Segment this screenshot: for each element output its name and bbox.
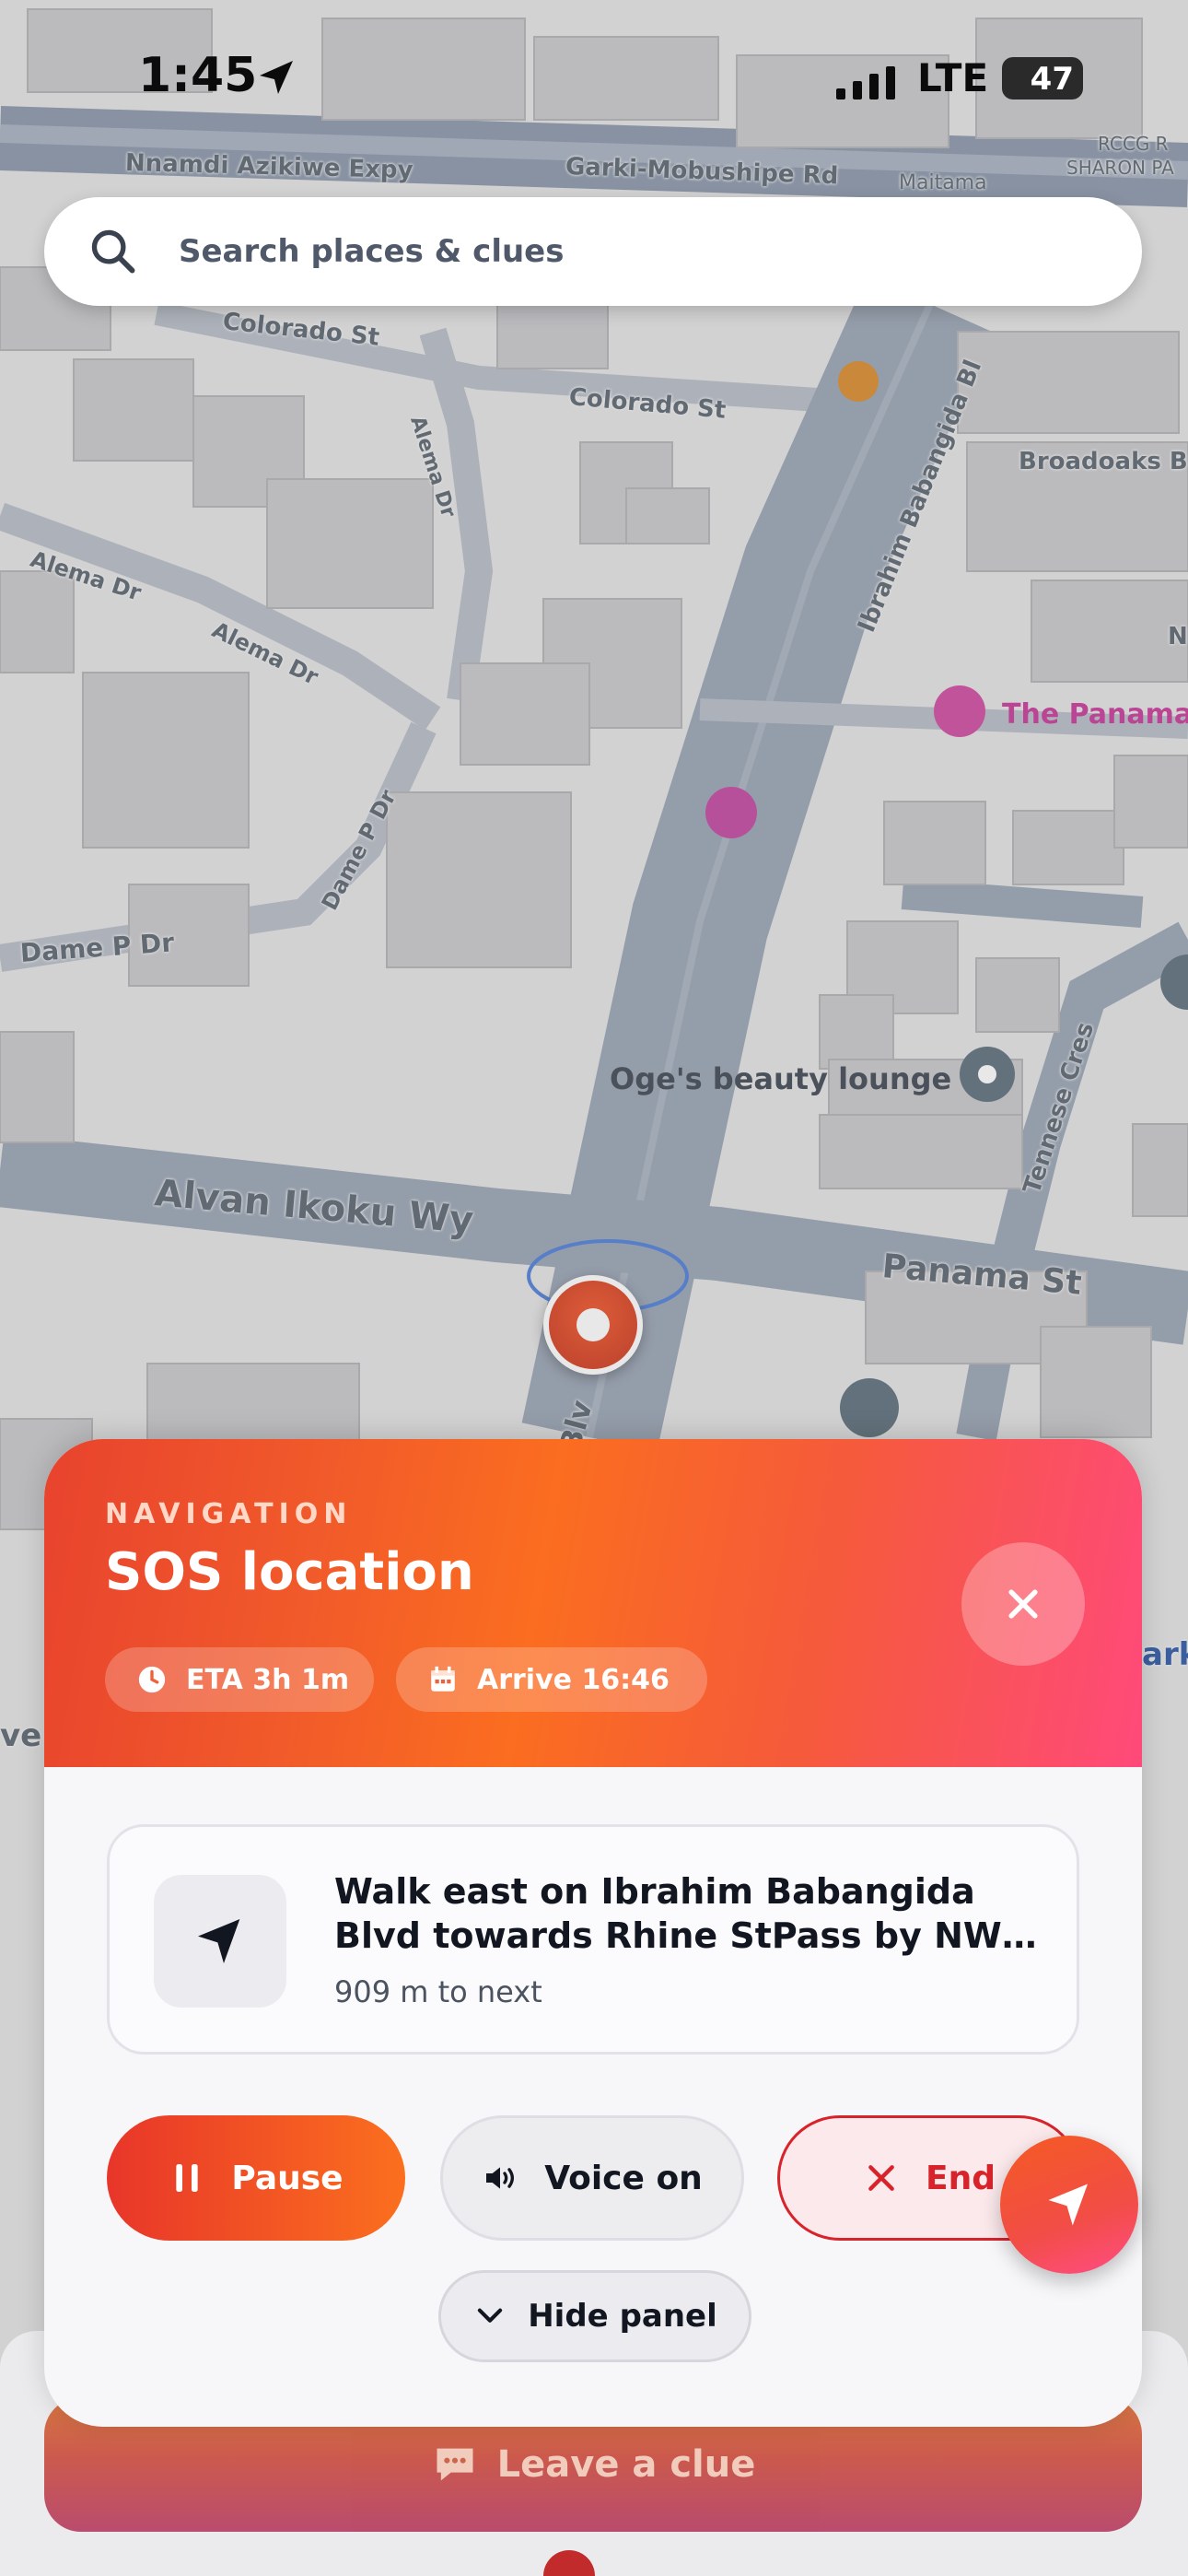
road-label: Maitama: [899, 171, 987, 194]
battery-icon: 47: [1002, 57, 1083, 100]
chevron-down-icon: [478, 2308, 503, 2323]
eta-chip: ETA 3h 1m: [105, 1647, 374, 1712]
clock-icon: [138, 1666, 166, 1693]
hotel-pin: [934, 685, 985, 737]
arrive-chip: Arrive 16:46: [396, 1647, 707, 1712]
next-step-card: Walk east on Ibrahim Babangida Blvd towa…: [107, 1824, 1079, 2055]
navigation-arrow-icon: [198, 1919, 240, 1963]
eta-text: ETA 3h 1m: [186, 1663, 350, 1696]
navigation-header: NAVIGATION SOS location ETA 3h 1m Arrive…: [44, 1439, 1142, 1767]
search-bar[interactable]: [44, 197, 1142, 306]
step-distance: 909 m to next: [334, 1974, 542, 2009]
arrive-text: Arrive 16:46: [477, 1663, 670, 1696]
step-instruction: Walk east on Ibrahim Babangida Blvd towa…: [334, 1869, 1053, 1958]
speaker-icon: [486, 2167, 515, 2189]
navigation-panel: NAVIGATION SOS location ETA 3h 1m Arrive…: [44, 1439, 1142, 2427]
step-instruction-line-2: Blvd towards Rhine StPass by NW…: [334, 1915, 1037, 1956]
voice-label: Voice on: [544, 2159, 703, 2197]
close-icon: [1008, 1589, 1038, 1619]
location-arrow-icon: [260, 61, 293, 94]
road-label: ark: [1142, 1636, 1188, 1673]
leave-clue-label: Leave a clue: [496, 2443, 756, 2486]
navigation-kicker: NAVIGATION: [105, 1498, 353, 1530]
road-label: N: [1168, 623, 1188, 650]
destination-title: SOS location: [105, 1542, 474, 1602]
shop-pin: [705, 787, 757, 838]
poi-label-hotel[interactable]: The Panama: [1002, 698, 1188, 731]
cellular-signal-icon: [836, 66, 895, 100]
pause-icon: [176, 2164, 199, 2192]
pause-button[interactable]: Pause: [107, 2115, 405, 2241]
school-pin: [840, 1378, 899, 1437]
recenter-location-button[interactable]: [1000, 2136, 1138, 2274]
search-input[interactable]: [179, 219, 1100, 284]
road-label: Broadoaks Bri: [1019, 448, 1188, 475]
status-bar: 1:45 LTE 47: [0, 0, 1188, 157]
close-icon: [868, 2165, 894, 2191]
step-instruction-line-1: Walk east on Ibrahim Babangida: [334, 1871, 975, 1912]
poi-label-beauty[interactable]: Oge's beauty lounge: [610, 1061, 951, 1096]
road-label: SHARON PA: [1066, 157, 1174, 179]
direction-indicator: [154, 1875, 286, 2008]
location-arrow-icon: [1048, 2184, 1088, 2226]
pause-label: Pause: [231, 2159, 344, 2197]
user-location-marker: [543, 1275, 643, 1375]
road-label: ve: [0, 1717, 42, 1754]
hide-panel-label: Hide panel: [528, 2298, 717, 2335]
chat-bubble-icon: [437, 2448, 473, 2481]
end-label: End: [926, 2159, 996, 2197]
voice-toggle-button[interactable]: Voice on: [440, 2115, 744, 2241]
calendar-icon: [431, 1666, 455, 1692]
search-icon: [91, 229, 135, 274]
close-navigation-button[interactable]: [961, 1542, 1085, 1666]
hide-panel-button[interactable]: Hide panel: [438, 2270, 751, 2362]
battery-level: 47: [1030, 61, 1074, 98]
network-type: LTE: [917, 55, 989, 100]
bar-pin: [838, 361, 879, 402]
status-time: 1:45: [138, 48, 258, 103]
